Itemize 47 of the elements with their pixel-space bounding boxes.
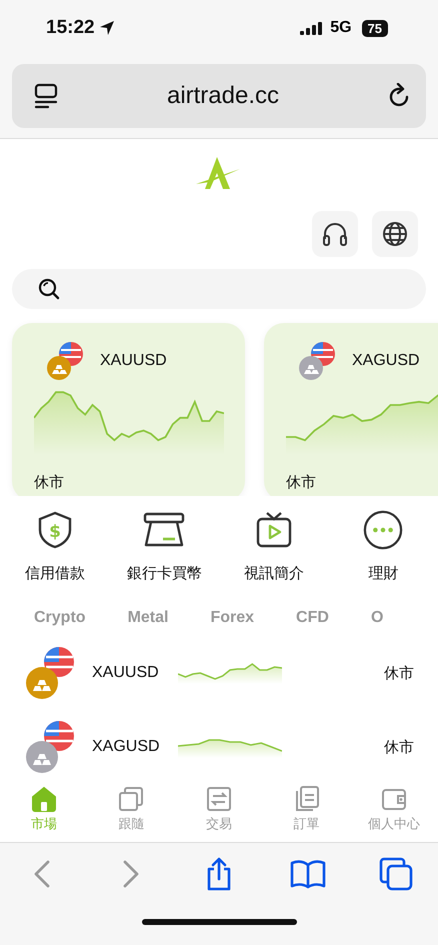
back-icon (32, 859, 52, 889)
market-status: 休市 (34, 472, 65, 492)
market-status: 休市 (286, 472, 317, 492)
market-card[interactable]: XAGUSD 休市 (264, 322, 438, 496)
support-button[interactable] (312, 211, 358, 257)
search-field[interactable] (12, 269, 426, 309)
document-icon (294, 786, 320, 812)
battery-level: 75 (362, 20, 388, 36)
market-tab[interactable]: O (370, 608, 384, 626)
signal-icon (300, 22, 322, 34)
market-status: 休市 (384, 664, 414, 682)
nav-tab[interactable]: 跟隨 (91, 786, 172, 842)
tabs-icon (379, 857, 413, 891)
shortcut-button[interactable]: 視訊簡介 (224, 510, 324, 583)
symbol-label: XAGUSD (352, 352, 420, 370)
url-text[interactable]: airtrade.cc (166, 82, 280, 110)
nav-tab[interactable]: 訂單 (266, 786, 347, 842)
network-label: 5G (330, 19, 352, 37)
symbol-label: XAUUSD (100, 352, 167, 370)
address-bar[interactable]: airtrade.cc (12, 64, 426, 128)
shortcut-button[interactable]: 理財 (333, 510, 434, 583)
book-icon (290, 859, 326, 889)
market-status: 休市 (384, 738, 414, 756)
status-time: 15:22 (46, 17, 95, 39)
market-tab[interactable]: Metal (128, 608, 168, 626)
search-icon (38, 278, 60, 300)
market-tab[interactable]: Crypto (34, 608, 86, 626)
market-tab[interactable]: Forex (210, 608, 254, 626)
nav-tab[interactable]: 交易 (178, 786, 259, 842)
more-icon (363, 510, 404, 550)
headphones-icon (321, 220, 349, 248)
reader-icon[interactable] (34, 83, 58, 109)
shortcut-button[interactable]: $ 信用借款 (4, 510, 105, 583)
copy-icon (118, 786, 144, 812)
shortcut-button[interactable]: 銀行卡買幣 (114, 510, 214, 583)
symbol-label: XAGUSD (92, 738, 161, 756)
market-card[interactable]: XAUUSD 休市 (12, 322, 245, 496)
language-button[interactable] (372, 211, 418, 257)
market-tab[interactable]: CFD (296, 608, 329, 626)
globe-icon (381, 220, 409, 248)
swap-icon (206, 786, 232, 812)
wallet-icon (381, 786, 408, 812)
symbol-label: XAUUSD (92, 664, 160, 682)
nav-tab[interactable]: 市場 (4, 786, 84, 842)
location-arrow-icon (98, 20, 115, 36)
forward-icon (120, 859, 140, 889)
nav-tab[interactable]: 個人中心 (354, 786, 434, 842)
